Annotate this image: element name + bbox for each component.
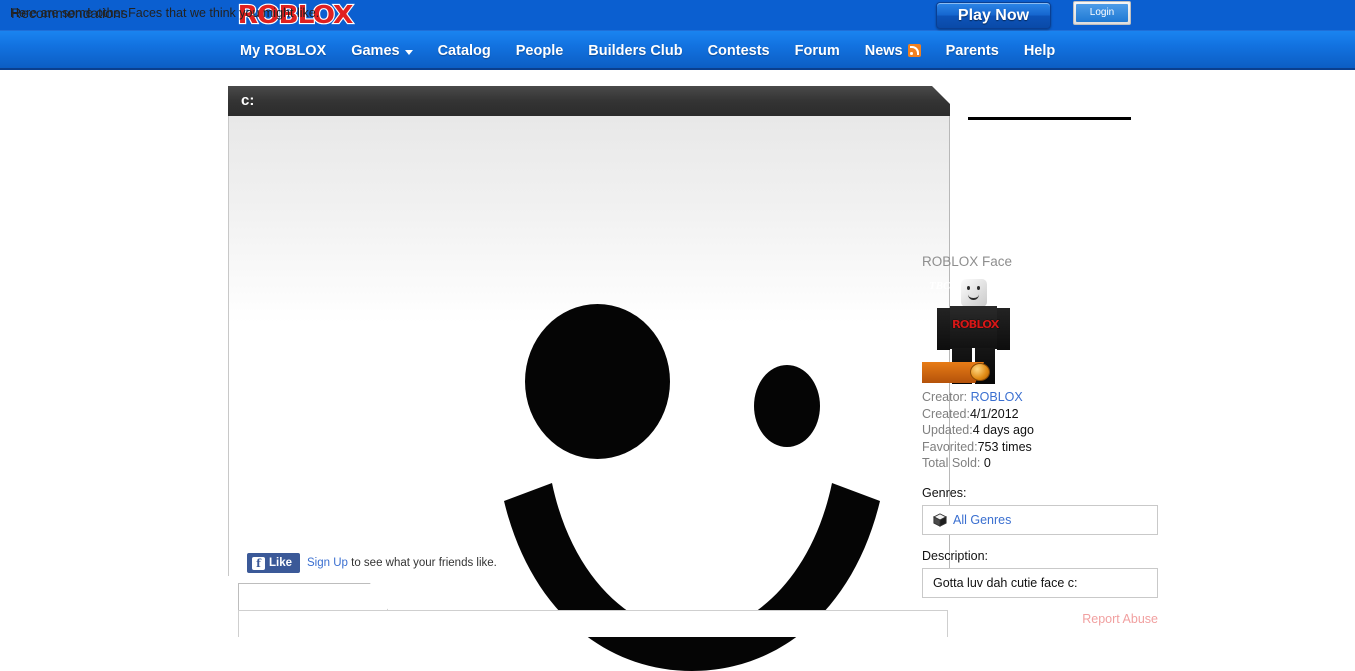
- signup-link[interactable]: Sign Up: [307, 557, 348, 569]
- avatar-arm-left: [937, 308, 950, 350]
- face-preview-image: [232, 128, 880, 671]
- created-label: Created:: [922, 406, 970, 421]
- login-button[interactable]: Login: [1076, 4, 1128, 22]
- favorited-value: 753 times: [977, 439, 1032, 454]
- creator-link[interactable]: ROBLOX: [971, 390, 1023, 404]
- nav-item-parents[interactable]: Parents: [946, 43, 999, 59]
- genres-label: Genres:: [922, 485, 967, 500]
- facebook-like-label: Like: [269, 557, 293, 569]
- nav-item-label: Forum: [794, 42, 840, 59]
- genres-box: All Genres: [922, 504, 1158, 535]
- nav-item-my-roblox[interactable]: My ROBLOX: [240, 43, 326, 59]
- nav-item-builders-club[interactable]: Builders Club: [588, 43, 682, 59]
- nav-item-list: My ROBLOX Games Catalog People Builders …: [240, 31, 1055, 70]
- tbc-badge-label: TBC: [929, 280, 951, 292]
- avatar-eye-right: [977, 286, 980, 290]
- facebook-like-row: f Like Sign Up to see what your friends …: [247, 553, 497, 573]
- nav-item-label: Parents: [945, 42, 999, 59]
- item-details-column: ROBLOX Face ROBLOX TBC Creator: ROBLOX C…: [922, 254, 1162, 626]
- chevron-down-icon: [404, 49, 413, 55]
- page-title: c:: [241, 92, 255, 109]
- sidebar-divider: [968, 117, 1131, 120]
- creator-row: Creator: ROBLOX: [922, 389, 1162, 406]
- genre-link[interactable]: All Genres: [953, 513, 1011, 527]
- nav-item-label: Builders Club: [588, 42, 683, 59]
- nav-item-games[interactable]: Games: [351, 42, 413, 59]
- signup-suffix: to see what your friends like.: [347, 557, 497, 569]
- nav-item-label: People: [515, 42, 564, 59]
- favorited-label: Favorited:: [922, 439, 978, 454]
- creator-label: Creator:: [922, 390, 968, 404]
- updated-row: Updated:4 days ago: [922, 422, 1162, 439]
- nav-item-contests[interactable]: Contests: [708, 43, 770, 59]
- nav-item-label: Games: [351, 42, 400, 59]
- avatar-arm-right: [997, 308, 1010, 350]
- nav-item-catalog[interactable]: Catalog: [438, 43, 491, 59]
- avatar-shirt-logo: ROBLOX: [951, 318, 1000, 332]
- nav-item-forum[interactable]: Forum: [795, 43, 840, 59]
- recommendations-panel: [238, 610, 948, 637]
- created-row: Created:4/1/2012: [922, 406, 1162, 423]
- recommendations-description: Here are some other Faces that we think …: [10, 6, 320, 20]
- face-smile: [504, 483, 880, 671]
- facebook-like-button[interactable]: f Like: [247, 553, 301, 573]
- description-label: Description:: [922, 548, 988, 563]
- tab-recommendations[interactable]: [238, 583, 388, 610]
- item-panel-body: ROBLOX Face ROBLOX TBC Creator: ROBLOX C…: [228, 116, 1158, 671]
- updated-value: 4 days ago: [972, 423, 1034, 437]
- login-button-container: Login: [1073, 1, 1131, 25]
- favorited-row: Favorited:753 times: [922, 439, 1162, 456]
- nav-item-label: News: [864, 42, 903, 59]
- description-box: Gotta luv dah cutie face c:: [922, 567, 1158, 598]
- created-value: 4/1/2012: [969, 406, 1019, 421]
- item-panel-header: c:: [228, 86, 950, 116]
- nav-item-label: Catalog: [437, 42, 491, 59]
- rss-icon: [907, 44, 921, 57]
- cube-icon: [933, 512, 947, 527]
- nav-item-people[interactable]: People: [516, 43, 564, 59]
- face-right-eye: [754, 365, 820, 447]
- nav-item-help[interactable]: Help: [1024, 43, 1055, 59]
- facebook-signup-text: Sign Up to see what your friends like.: [307, 557, 497, 569]
- description-text: Gotta luv dah cutie face c:: [933, 575, 1078, 590]
- tbc-coin-icon: [970, 363, 990, 381]
- play-now-button[interactable]: Play Now: [936, 2, 1051, 29]
- nav-item-label: Help: [1023, 42, 1056, 59]
- report-abuse-link[interactable]: Report Abuse: [922, 612, 1158, 626]
- avatar-eye-left: [967, 286, 970, 290]
- total-sold-label: Total Sold:: [922, 456, 981, 470]
- face-left-eye: [525, 304, 670, 459]
- total-sold-value: 0: [983, 456, 991, 470]
- main-navigation-bar: My ROBLOX Games Catalog People Builders …: [0, 31, 1355, 70]
- facebook-icon: f: [252, 556, 265, 570]
- nav-item-label: My ROBLOX: [240, 42, 327, 59]
- nav-item-label: Contests: [707, 42, 770, 59]
- updated-label: Updated:: [922, 423, 973, 437]
- total-sold-row: Total Sold: 0: [922, 455, 1162, 472]
- item-name: ROBLOX Face: [922, 254, 1013, 269]
- nav-item-news[interactable]: News: [865, 43, 921, 59]
- creator-avatar-thumbnail[interactable]: ROBLOX TBC: [922, 277, 1032, 385]
